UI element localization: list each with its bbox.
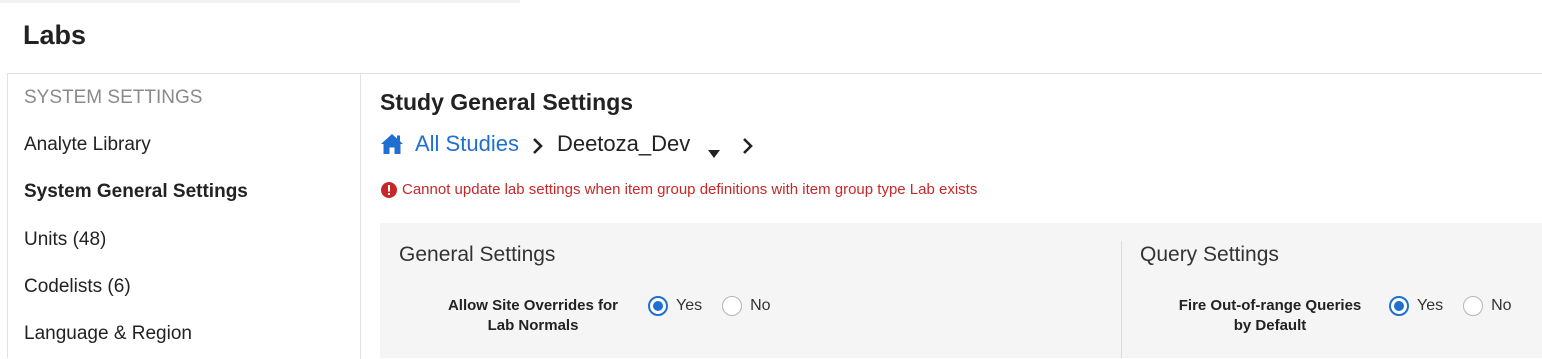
fire-queries-no-radio[interactable]: No [1463,296,1512,316]
error-text: Cannot update lab settings when item gro… [402,181,978,198]
allow-site-overrides-radio-group: Yes No [648,296,791,316]
breadcrumb: All Studies Deetoza_Dev [380,130,754,158]
radio-unchecked-icon[interactable] [722,296,743,316]
sidebar-item-codelists[interactable]: Codelists (6) [24,276,131,298]
radio-checked-icon[interactable] [648,296,668,316]
sidebar-header-system-settings: SYSTEM SETTINGS [24,87,203,108]
fire-queries-yes-radio[interactable]: Yes [1389,296,1443,316]
query-settings-heading: Query Settings [1140,243,1279,266]
chevron-right-icon[interactable] [742,135,754,154]
allow-overrides-yes-radio[interactable]: Yes [648,296,702,316]
fire-queries-radio-group: Yes No [1389,296,1532,316]
sidebar-item-language-region[interactable]: Language & Region [24,323,192,345]
caret-down-icon[interactable] [707,139,721,158]
main-content: Study General Settings All Studies Deeto… [361,74,1542,358]
chevron-right-icon [532,135,544,154]
section-title: Study General Settings [380,89,634,115]
radio-unchecked-icon[interactable] [1463,296,1484,316]
breadcrumb-all-studies-link[interactable]: All Studies [415,131,519,157]
sidebar-item-units[interactable]: Units (48) [24,229,106,251]
settings-panel: General Settings Allow Site Overrides fo… [380,223,1542,358]
sidebar-item-system-general-settings[interactable]: System General Settings [24,181,248,203]
breadcrumb-current-study: Deetoza_Dev [556,131,691,156]
exclamation-circle-icon [381,181,397,198]
column-divider [1121,241,1122,358]
sidebar-item-analyte-library[interactable]: Analyte Library [24,134,151,156]
sidebar: SYSTEM SETTINGS Analyte Library System G… [8,74,361,359]
error-message: Cannot update lab settings when item gro… [381,181,977,198]
home-icon[interactable] [380,133,404,155]
page-title: Labs [23,20,87,50]
allow-overrides-no-radio[interactable]: No [722,296,771,316]
top-divider [0,0,520,3]
fire-out-of-range-label: Fire Out-of-range Queries by Default [1178,297,1362,334]
content-frame: SYSTEM SETTINGS Analyte Library System G… [7,73,1542,359]
general-settings-heading: General Settings [399,243,556,266]
radio-checked-icon[interactable] [1389,296,1409,316]
allow-site-overrides-label: Allow Site Overrides for Lab Normals [447,297,619,334]
